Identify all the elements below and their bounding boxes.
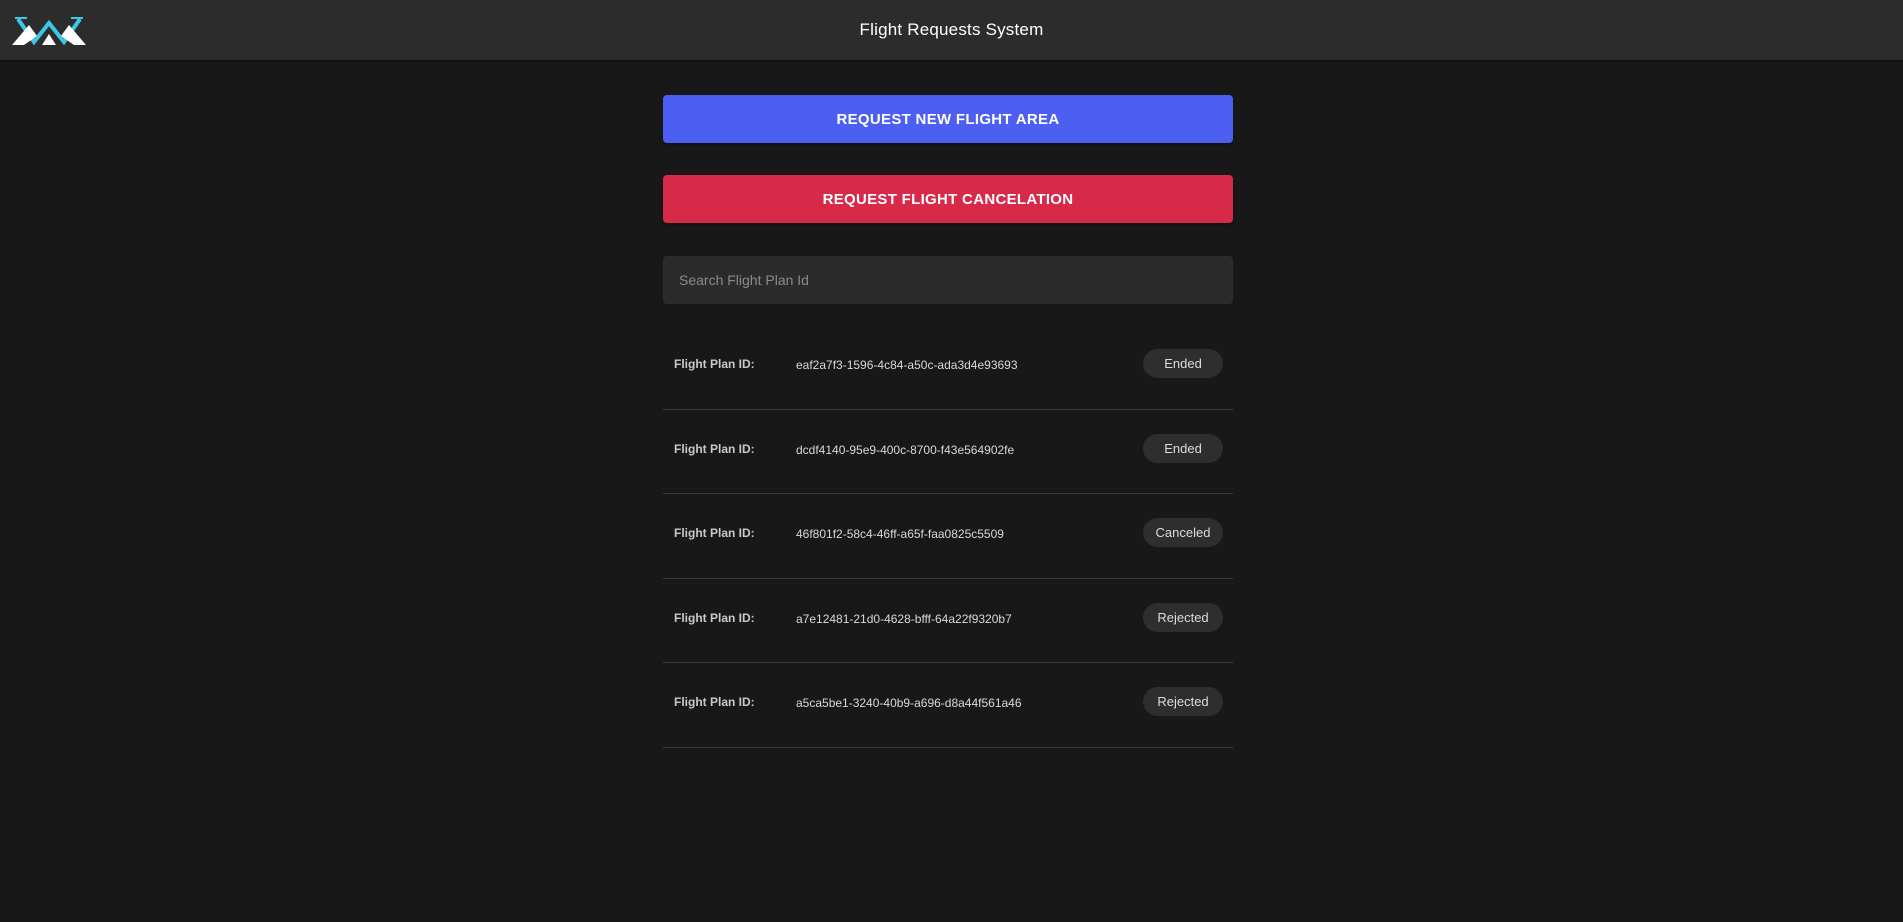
flight-plan-id-label: Flight Plan ID: xyxy=(674,357,755,371)
search-flight-plan-input[interactable] xyxy=(663,256,1233,304)
flight-plan-id-label: Flight Plan ID: xyxy=(674,610,755,625)
status-badge: Ended xyxy=(1143,349,1223,378)
flight-plan-row[interactable]: Flight Plan ID: 46f801f2-58c4-46ff-a65f-… xyxy=(663,494,1233,579)
app-header: Flight Requests System xyxy=(0,0,1903,60)
flight-plan-id-label: Flight Plan ID: xyxy=(674,526,755,540)
main-content: REQUEST NEW FLIGHT AREA REQUEST FLIGHT C… xyxy=(663,95,1233,748)
flight-plan-id-value: a7e12481-21d0-4628-bfff-64a22f9320b7 xyxy=(796,611,1012,626)
flight-plan-id-value: dcdf4140-95e9-400c-8700-f43e564902fe xyxy=(796,442,1015,457)
flight-plan-row[interactable]: Flight Plan ID: a7e12481-21d0-4628-bfff-… xyxy=(663,579,1233,663)
flight-plan-id-value: a5ca5be1-3240-40b9-a696-d8a44f561a46 xyxy=(796,696,1022,710)
request-flight-cancelation-button[interactable]: REQUEST FLIGHT CANCELATION xyxy=(663,175,1233,223)
flight-plan-row[interactable]: Flight Plan ID: dcdf4140-95e9-400c-8700-… xyxy=(663,410,1233,494)
flight-plan-id-value: eaf2a7f3-1596-4c84-a50c-ada3d4e93693 xyxy=(796,358,1018,372)
status-badge: Rejected xyxy=(1143,687,1223,716)
flight-plan-row[interactable]: Flight Plan ID: a5ca5be1-3240-40b9-a696-… xyxy=(663,663,1233,748)
status-badge: Canceled xyxy=(1143,518,1223,547)
status-badge: Ended xyxy=(1143,433,1223,463)
flight-plan-list: Flight Plan ID: eaf2a7f3-1596-4c84-a50c-… xyxy=(663,325,1233,748)
flight-plan-id-value: 46f801f2-58c4-46ff-a65f-faa0825c5509 xyxy=(796,527,1004,541)
flight-plan-row[interactable]: Flight Plan ID: eaf2a7f3-1596-4c84-a50c-… xyxy=(663,325,1233,410)
flight-plan-id-label: Flight Plan ID: xyxy=(674,695,755,709)
page-title: Flight Requests System xyxy=(859,20,1044,39)
request-new-flight-area-button[interactable]: REQUEST NEW FLIGHT AREA xyxy=(663,95,1233,143)
flight-plan-id-label: Flight Plan ID: xyxy=(674,441,755,456)
status-badge: Rejected xyxy=(1143,602,1223,632)
